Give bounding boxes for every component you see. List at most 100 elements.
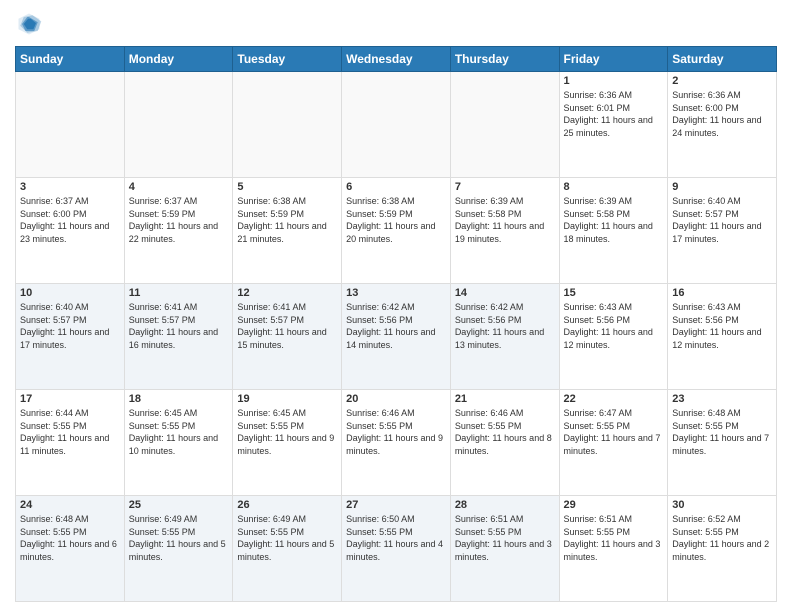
day-info: Sunrise: 6:43 AM Sunset: 5:56 PM Dayligh… <box>564 301 664 351</box>
day-info: Sunrise: 6:40 AM Sunset: 5:57 PM Dayligh… <box>672 195 772 245</box>
day-number: 29 <box>564 499 664 511</box>
weekday-header-tuesday: Tuesday <box>233 47 342 72</box>
weekday-header-wednesday: Wednesday <box>342 47 451 72</box>
calendar-cell: 18 Sunrise: 6:45 AM Sunset: 5:55 PM Dayli… <box>124 390 233 496</box>
day-number: 18 <box>129 393 229 405</box>
calendar-cell: 26 Sunrise: 6:49 AM Sunset: 5:55 PM Dayli… <box>233 496 342 602</box>
day-info: Sunrise: 6:48 AM Sunset: 5:55 PM Dayligh… <box>672 407 772 457</box>
calendar-table: SundayMondayTuesdayWednesdayThursdayFrid… <box>15 46 777 602</box>
weekday-header-row: SundayMondayTuesdayWednesdayThursdayFrid… <box>16 47 777 72</box>
calendar-cell: 6 Sunrise: 6:38 AM Sunset: 5:59 PM Daylig… <box>342 178 451 284</box>
calendar-cell: 1 Sunrise: 6:36 AM Sunset: 6:01 PM Daylig… <box>559 72 668 178</box>
week-row-4: 24 Sunrise: 6:48 AM Sunset: 5:55 PM Dayli… <box>16 496 777 602</box>
day-number: 7 <box>455 181 555 193</box>
weekday-header-monday: Monday <box>124 47 233 72</box>
day-info: Sunrise: 6:37 AM Sunset: 5:59 PM Dayligh… <box>129 195 229 245</box>
day-number: 30 <box>672 499 772 511</box>
calendar-cell: 23 Sunrise: 6:48 AM Sunset: 5:55 PM Dayli… <box>668 390 777 496</box>
day-info: Sunrise: 6:38 AM Sunset: 5:59 PM Dayligh… <box>346 195 446 245</box>
day-info: Sunrise: 6:37 AM Sunset: 6:00 PM Dayligh… <box>20 195 120 245</box>
day-number: 20 <box>346 393 446 405</box>
calendar-cell: 12Sunrise: 6:41 AM Sunset: 5:57 PM Dayli… <box>233 284 342 390</box>
day-info: Sunrise: 6:39 AM Sunset: 5:58 PM Dayligh… <box>455 195 555 245</box>
day-number: 14 <box>455 287 555 299</box>
day-info: Sunrise: 6:47 AM Sunset: 5:55 PM Dayligh… <box>564 407 664 457</box>
calendar-cell: 4 Sunrise: 6:37 AM Sunset: 5:59 PM Daylig… <box>124 178 233 284</box>
day-number: 17 <box>20 393 120 405</box>
logo <box>15 10 47 38</box>
calendar-cell: 25Sunrise: 6:49 AM Sunset: 5:55 PM Dayli… <box>124 496 233 602</box>
day-number: 26 <box>237 499 337 511</box>
day-info: Sunrise: 6:46 AM Sunset: 5:55 PM Dayligh… <box>346 407 446 457</box>
calendar-cell: 27 Sunrise: 6:50 AM Sunset: 5:55 PM Dayli… <box>342 496 451 602</box>
calendar-cell <box>16 72 125 178</box>
calendar-cell: 28 Sunrise: 6:51 AM Sunset: 5:55 PM Dayli… <box>450 496 559 602</box>
calendar-cell <box>233 72 342 178</box>
day-info: Sunrise: 6:42 AM Sunset: 5:56 PM Dayligh… <box>455 301 555 351</box>
day-info: Sunrise: 6:45 AM Sunset: 5:55 PM Dayligh… <box>129 407 229 457</box>
day-number: 13 <box>346 287 446 299</box>
day-info: Sunrise: 6:44 AM Sunset: 5:55 PM Dayligh… <box>20 407 120 457</box>
calendar-cell: 9 Sunrise: 6:40 AM Sunset: 5:57 PM Daylig… <box>668 178 777 284</box>
day-number: 11 <box>129 287 229 299</box>
day-info: Sunrise: 6:41 AM Sunset: 5:57 PM Dayligh… <box>237 301 337 351</box>
day-number: 3 <box>20 181 120 193</box>
page: SundayMondayTuesdayWednesdayThursdayFrid… <box>0 0 792 612</box>
calendar-cell: 5 Sunrise: 6:38 AM Sunset: 5:59 PM Daylig… <box>233 178 342 284</box>
weekday-header-friday: Friday <box>559 47 668 72</box>
weekday-header-sunday: Sunday <box>16 47 125 72</box>
day-number: 19 <box>237 393 337 405</box>
calendar-cell: 15 Sunrise: 6:43 AM Sunset: 5:56 PM Dayli… <box>559 284 668 390</box>
logo-icon <box>15 10 43 38</box>
calendar-cell: 21Sunrise: 6:46 AM Sunset: 5:55 PM Dayli… <box>450 390 559 496</box>
day-number: 24 <box>20 499 120 511</box>
day-info: Sunrise: 6:38 AM Sunset: 5:59 PM Dayligh… <box>237 195 337 245</box>
day-number: 2 <box>672 75 772 87</box>
day-number: 25 <box>129 499 229 511</box>
day-number: 27 <box>346 499 446 511</box>
day-number: 28 <box>455 499 555 511</box>
day-info: Sunrise: 6:50 AM Sunset: 5:55 PM Dayligh… <box>346 513 446 563</box>
calendar-cell: 29 Sunrise: 6:51 AM Sunset: 5:55 PM Dayli… <box>559 496 668 602</box>
calendar-cell <box>124 72 233 178</box>
calendar-cell: 10Sunrise: 6:40 AM Sunset: 5:57 PM Dayli… <box>16 284 125 390</box>
calendar-cell <box>342 72 451 178</box>
calendar-cell: 20 Sunrise: 6:46 AM Sunset: 5:55 PM Dayli… <box>342 390 451 496</box>
week-row-1: 3 Sunrise: 6:37 AM Sunset: 6:00 PM Daylig… <box>16 178 777 284</box>
calendar-cell: 19Sunrise: 6:45 AM Sunset: 5:55 PM Dayli… <box>233 390 342 496</box>
calendar-cell: 3 Sunrise: 6:37 AM Sunset: 6:00 PM Daylig… <box>16 178 125 284</box>
day-number: 9 <box>672 181 772 193</box>
header <box>15 10 777 38</box>
day-number: 23 <box>672 393 772 405</box>
day-number: 1 <box>564 75 664 87</box>
day-info: Sunrise: 6:49 AM Sunset: 5:55 PM Dayligh… <box>237 513 337 563</box>
calendar-cell: 24 Sunrise: 6:48 AM Sunset: 5:55 PM Dayli… <box>16 496 125 602</box>
day-number: 16 <box>672 287 772 299</box>
calendar-cell: 8Sunrise: 6:39 AM Sunset: 5:58 PM Daylig… <box>559 178 668 284</box>
day-info: Sunrise: 6:36 AM Sunset: 6:00 PM Dayligh… <box>672 89 772 139</box>
day-number: 4 <box>129 181 229 193</box>
calendar-cell: 16 Sunrise: 6:43 AM Sunset: 5:56 PM Dayli… <box>668 284 777 390</box>
calendar-cell <box>450 72 559 178</box>
day-number: 6 <box>346 181 446 193</box>
week-row-3: 17 Sunrise: 6:44 AM Sunset: 5:55 PM Dayli… <box>16 390 777 496</box>
week-row-0: 1 Sunrise: 6:36 AM Sunset: 6:01 PM Daylig… <box>16 72 777 178</box>
calendar-cell: 30 Sunrise: 6:52 AM Sunset: 5:55 PM Dayli… <box>668 496 777 602</box>
weekday-header-saturday: Saturday <box>668 47 777 72</box>
calendar-cell: 7 Sunrise: 6:39 AM Sunset: 5:58 PM Daylig… <box>450 178 559 284</box>
day-number: 5 <box>237 181 337 193</box>
day-number: 22 <box>564 393 664 405</box>
calendar-cell: 17 Sunrise: 6:44 AM Sunset: 5:55 PM Dayli… <box>16 390 125 496</box>
day-info: Sunrise: 6:36 AM Sunset: 6:01 PM Dayligh… <box>564 89 664 139</box>
day-info: Sunrise: 6:43 AM Sunset: 5:56 PM Dayligh… <box>672 301 772 351</box>
day-info: Sunrise: 6:41 AM Sunset: 5:57 PM Dayligh… <box>129 301 229 351</box>
day-info: Sunrise: 6:51 AM Sunset: 5:55 PM Dayligh… <box>564 513 664 563</box>
weekday-header-thursday: Thursday <box>450 47 559 72</box>
day-info: Sunrise: 6:48 AM Sunset: 5:55 PM Dayligh… <box>20 513 120 563</box>
calendar-cell: 11 Sunrise: 6:41 AM Sunset: 5:57 PM Dayli… <box>124 284 233 390</box>
day-info: Sunrise: 6:51 AM Sunset: 5:55 PM Dayligh… <box>455 513 555 563</box>
calendar-cell: 22 Sunrise: 6:47 AM Sunset: 5:55 PM Dayli… <box>559 390 668 496</box>
calendar-cell: 14 Sunrise: 6:42 AM Sunset: 5:56 PM Dayli… <box>450 284 559 390</box>
day-number: 15 <box>564 287 664 299</box>
day-info: Sunrise: 6:52 AM Sunset: 5:55 PM Dayligh… <box>672 513 772 563</box>
